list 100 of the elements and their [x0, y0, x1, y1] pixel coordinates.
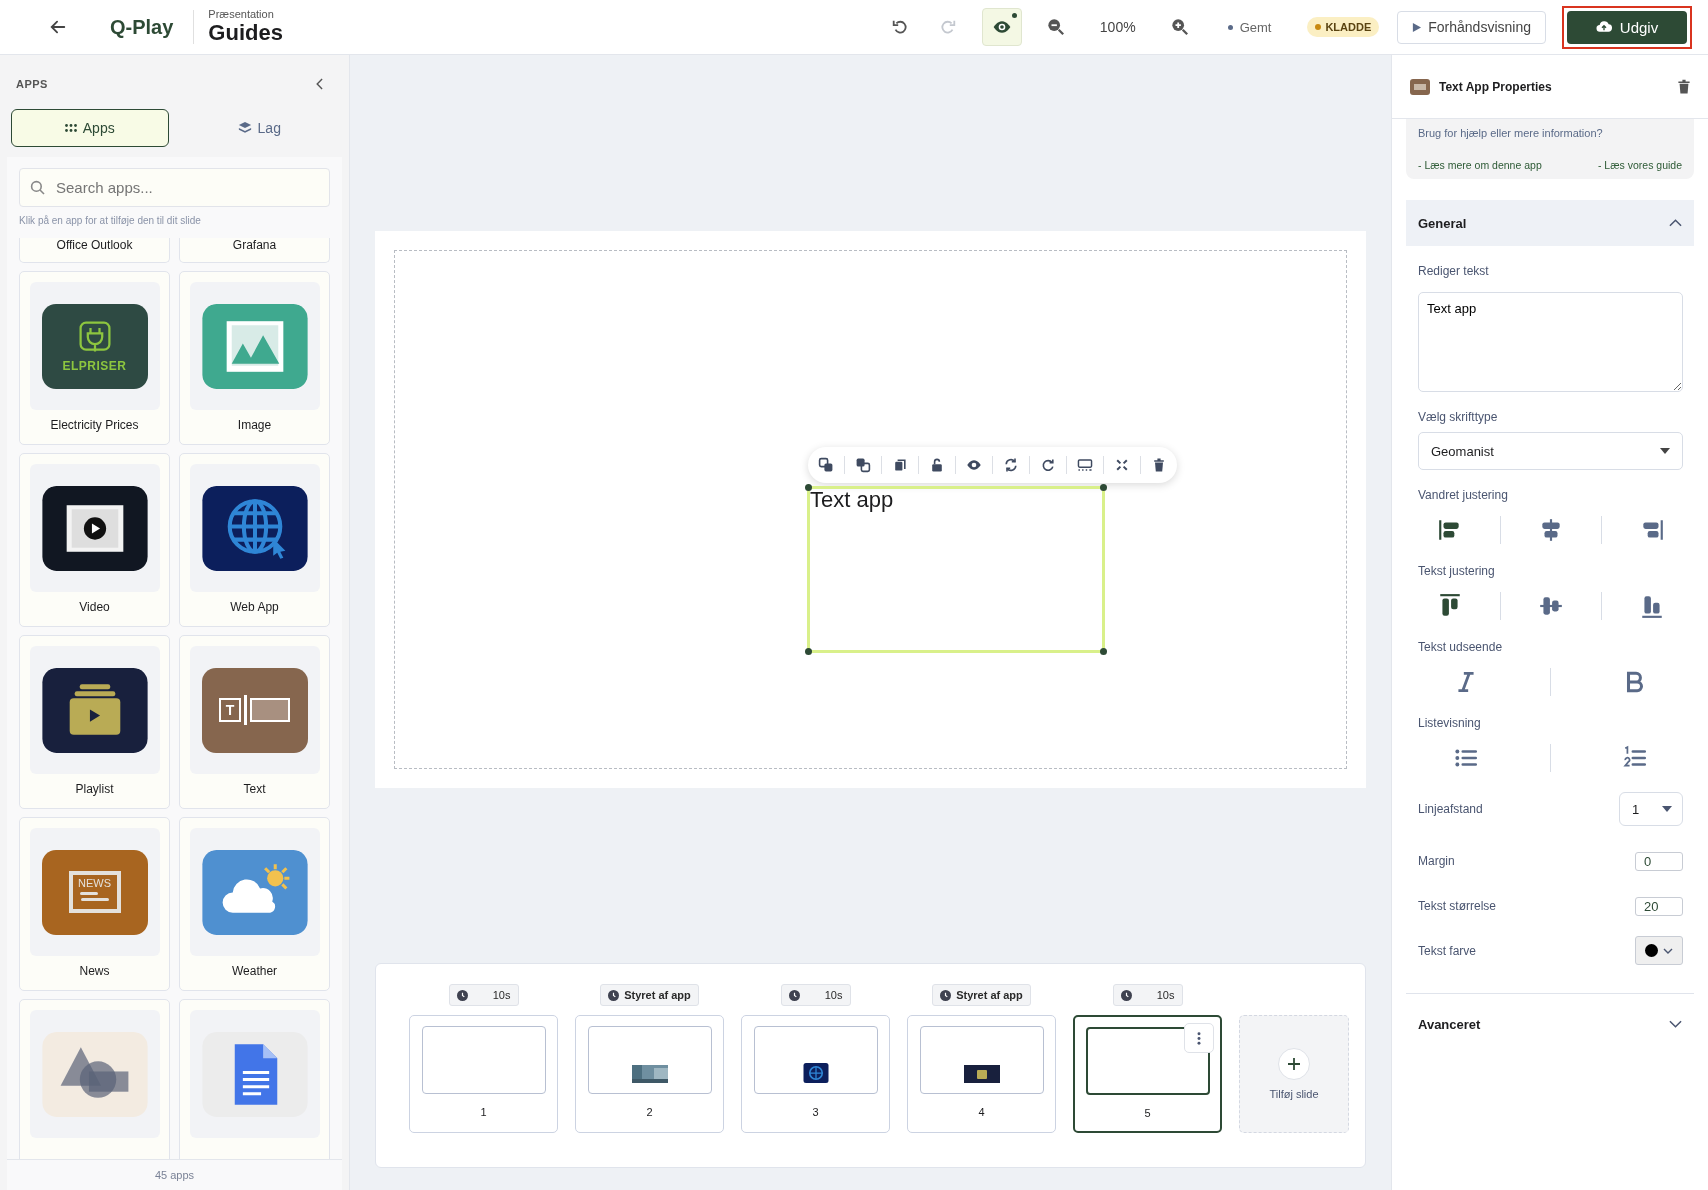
publish-button[interactable]: Udgiv	[1567, 10, 1687, 44]
visibility-icon[interactable]	[966, 457, 982, 473]
presentation-title: Guides	[208, 20, 283, 46]
app-tile[interactable]: ELPRISER Electricity Prices	[19, 271, 170, 445]
app-tile[interactable]: Playlist	[19, 635, 170, 809]
draft-badge: KLADDE	[1307, 17, 1380, 37]
field-label: Tekst justering	[1418, 564, 1496, 578]
text-app-icon	[1410, 78, 1430, 95]
app-tile[interactable]: NEWS News	[19, 817, 170, 991]
search-field[interactable]: Search apps...	[19, 168, 330, 207]
rotate-icon[interactable]	[1040, 457, 1056, 473]
send-backward-icon[interactable]	[855, 457, 871, 473]
app-tile[interactable]: Web App	[179, 453, 330, 627]
undo-icon[interactable]	[890, 18, 909, 36]
preview-mode-button[interactable]	[981, 8, 1022, 46]
plug-icon: ELPRISER	[41, 303, 148, 389]
hint-text: Klik på en app for at tilføje den til dit slide	[19, 215, 202, 226]
slide-timing[interactable]: 10s	[448, 984, 519, 1006]
fit-icon[interactable]	[1114, 457, 1130, 473]
field-label: Rediger tekst	[1418, 264, 1490, 278]
caret-icon	[1662, 806, 1672, 812]
text-element[interactable]: Text app	[807, 486, 1105, 653]
layers-icon	[237, 121, 252, 135]
line-spacing-select[interactable]: 1	[1619, 792, 1683, 826]
zoom-out-icon[interactable]	[1046, 18, 1065, 36]
clock-icon	[608, 989, 620, 1001]
back-icon[interactable]	[49, 18, 67, 36]
app-tile[interactable]: Grafana	[179, 238, 330, 263]
slide-thumbnail[interactable]: 4	[907, 1015, 1056, 1133]
help-link[interactable]: - Læs vores guide	[1597, 159, 1682, 171]
section-header[interactable]: General	[1406, 200, 1694, 246]
app-tile[interactable]: Office Outlook	[19, 238, 170, 263]
globe-icon	[201, 485, 308, 571]
slide-timing[interactable]: 10s	[780, 984, 851, 1006]
clock-icon	[788, 989, 800, 1001]
slide-timing[interactable]: Styret af app	[600, 984, 699, 1006]
section-header[interactable]: Avanceret	[1406, 993, 1694, 1054]
font-select[interactable]: Geomanist	[1418, 432, 1683, 470]
app-tile[interactable]: T Text	[179, 635, 330, 809]
chevron-icon	[1669, 219, 1682, 227]
app-count: 45 apps	[7, 1159, 342, 1190]
field-label: Linjeafstand	[1418, 802, 1483, 816]
panel-heading: APPS	[16, 78, 48, 90]
zoom-level: 100%	[1099, 19, 1136, 35]
delete-icon[interactable]	[1676, 78, 1692, 95]
panel-tab[interactable]: Apps	[11, 109, 169, 147]
slide-thumbnail[interactable]: 1	[409, 1015, 558, 1133]
layout-icon[interactable]	[1077, 457, 1093, 473]
caret-icon	[1660, 448, 1670, 454]
chevron-icon	[1669, 1020, 1682, 1028]
grid-icon	[64, 124, 77, 132]
help-link[interactable]: - Læs mere om denne app	[1418, 159, 1542, 171]
play-icon	[1412, 22, 1422, 32]
slide-thumbnail[interactable]: 3	[741, 1015, 890, 1133]
document-icon	[201, 1031, 308, 1117]
slide-timing[interactable]: Styret af app	[932, 984, 1031, 1006]
field-label: Tekst udseende	[1418, 640, 1504, 654]
clock-icon	[940, 989, 952, 1001]
app-tile[interactable]: Video	[19, 453, 170, 627]
field-label: Tekst farve	[1418, 944, 1477, 958]
refresh-icon[interactable]	[1003, 457, 1019, 473]
field-label: Tekst størrelse	[1418, 899, 1496, 913]
text-area[interactable]: Text app	[1418, 292, 1683, 392]
panel-tab[interactable]: Lag	[180, 109, 338, 147]
clock-icon	[1120, 989, 1132, 1001]
clock-icon	[456, 989, 468, 1001]
app-tile[interactable]	[19, 999, 170, 1159]
image-icon	[201, 303, 308, 389]
playlist-icon	[963, 1065, 1000, 1083]
slide-thumbnail[interactable]: 2	[575, 1015, 724, 1133]
field-label: Margin	[1418, 854, 1455, 868]
field-label: Vandret justering	[1418, 488, 1509, 502]
margin-input[interactable]: 0	[1635, 852, 1683, 871]
presentation-label: Præsentation	[208, 8, 275, 20]
plus-icon	[1287, 1057, 1301, 1071]
text-box-icon: T	[201, 667, 308, 753]
add-slide-button[interactable]: Tilføj slide	[1239, 1015, 1349, 1133]
unlock-icon[interactable]	[929, 457, 945, 473]
text-size-input[interactable]: 20	[1635, 897, 1683, 916]
app-tile[interactable]: Image	[179, 271, 330, 445]
shapes-icon	[41, 1031, 148, 1117]
app-tile[interactable]: Weather	[179, 817, 330, 991]
slide-timing[interactable]: 10s	[1112, 984, 1183, 1006]
newspaper-icon: NEWS	[41, 849, 148, 935]
app-tile[interactable]	[179, 999, 330, 1159]
playlist-icon	[41, 667, 148, 753]
bring-forward-icon[interactable]	[818, 457, 834, 473]
field-label: Vælg skrifttype	[1418, 410, 1499, 424]
chevron-icon	[1663, 947, 1673, 954]
video-icon	[41, 485, 148, 571]
slide-thumbnail[interactable]: 5	[1073, 1015, 1222, 1133]
help-text: Brug for hjælp eller mere information?	[1418, 127, 1604, 139]
delete-icon[interactable]	[1151, 457, 1167, 473]
zoom-in-icon[interactable]	[1170, 18, 1189, 36]
slide-canvas[interactable]: Text app	[375, 231, 1366, 788]
duplicate-icon[interactable]	[892, 457, 908, 473]
cloud-upload-icon	[1595, 19, 1612, 35]
color-picker[interactable]	[1635, 936, 1683, 965]
panel-title: Text App Properties	[1439, 79, 1553, 94]
preview-button[interactable]: Forhåndsvisning	[1397, 10, 1546, 44]
